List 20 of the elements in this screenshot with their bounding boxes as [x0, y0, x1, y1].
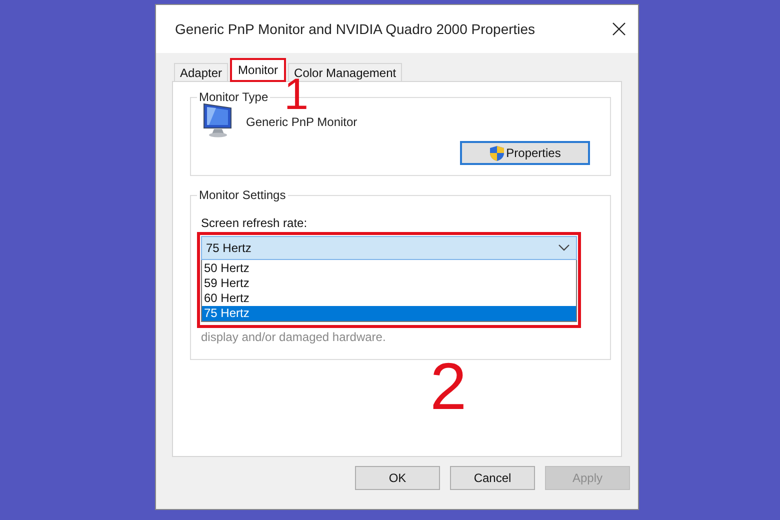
- group-label: Monitor Settings: [198, 188, 287, 202]
- tab[interactable]: Adapter: [174, 63, 228, 81]
- group-label: Monitor Type: [198, 90, 270, 104]
- dialog-button[interactable]: OK: [355, 466, 440, 490]
- dropdown-option[interactable]: 59 Hertz: [202, 276, 576, 291]
- dropdown-option[interactable]: 60 Hertz: [202, 291, 576, 306]
- dropdown-option[interactable]: 50 Hertz: [202, 261, 576, 276]
- window-title: Generic PnP Monitor and NVIDIA Quadro 2000 Properties: [175, 21, 536, 37]
- chevron-icon: [558, 244, 570, 252]
- field-label: Screen refresh rate:: [201, 216, 308, 230]
- properties-button[interactable]: Properties: [460, 141, 590, 165]
- dropdown[interactable]: 75 Hertz: [201, 236, 577, 260]
- monitor-name: Generic PnP Monitor: [246, 114, 358, 128]
- dropdown-option[interactable]: 75 Hertz: [202, 306, 576, 321]
- warning-text: display and/or damaged hardware.: [201, 330, 387, 344]
- close-icon: [612, 22, 626, 36]
- shield-icon: [489, 144, 506, 162]
- tab[interactable]: Monitor: [230, 58, 286, 82]
- dialog-button[interactable]: Cancel: [450, 466, 535, 490]
- annotation-number: 2: [430, 353, 467, 419]
